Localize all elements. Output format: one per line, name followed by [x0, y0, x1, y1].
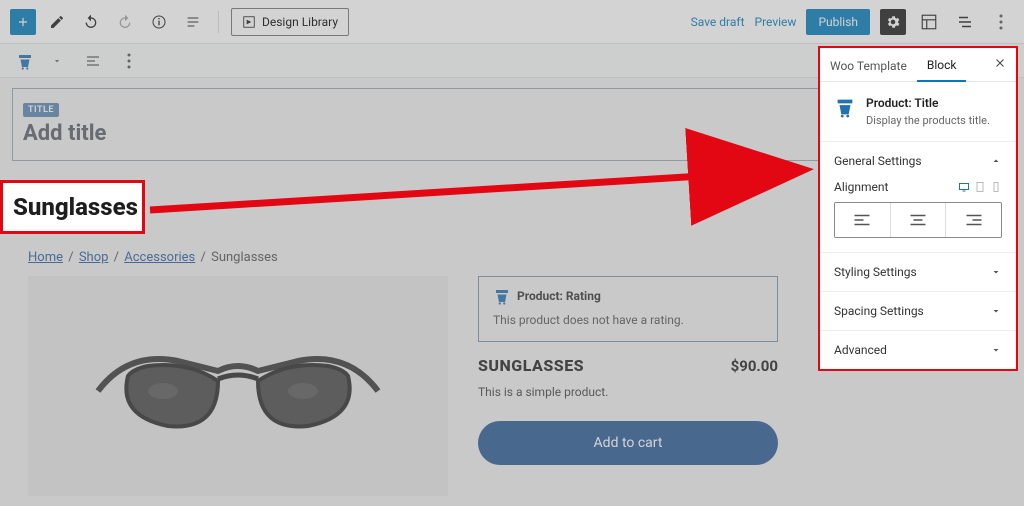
alignment-label: Alignment — [834, 180, 888, 194]
edit-mode-button[interactable] — [44, 9, 70, 35]
title-tag: TITLE — [23, 103, 59, 117]
align-left-button[interactable] — [835, 203, 890, 237]
breadcrumb-current: Sunglasses — [211, 250, 278, 265]
outline-button[interactable] — [180, 9, 206, 35]
add-block-button[interactable] — [10, 9, 36, 35]
more-options-button[interactable] — [988, 9, 1014, 35]
close-sidebar-button[interactable] — [984, 49, 1016, 81]
tab-block[interactable]: Block — [917, 48, 967, 82]
product-title-callout: Sunglasses — [0, 180, 145, 234]
info-button[interactable] — [146, 9, 172, 35]
undo-button[interactable] — [78, 9, 104, 35]
chevron-up-icon — [990, 155, 1002, 167]
navigator-button[interactable] — [952, 9, 978, 35]
rating-block-label: Product: Rating — [517, 289, 601, 303]
breadcrumb: Home / Shop / Accessories / Sunglasses — [28, 250, 278, 265]
product-rating-block[interactable]: Product: Rating This product does not ha… — [478, 276, 778, 342]
rating-empty-msg: This product does not have a rating. — [493, 313, 763, 327]
block-more-button[interactable] — [116, 48, 142, 74]
settings-sidebar: Woo Template Block Product: Title Displa… — [818, 46, 1018, 371]
product-image[interactable] — [28, 276, 448, 496]
section-general-settings[interactable]: General Settings — [820, 142, 1016, 180]
align-center-button[interactable] — [890, 203, 946, 237]
product-price: $90.00 — [731, 357, 778, 375]
section-advanced[interactable]: Advanced — [820, 331, 1016, 369]
design-library-button[interactable]: Design Library — [231, 8, 349, 36]
block-name: Product: Title — [866, 96, 990, 110]
cart-icon — [493, 287, 511, 305]
template-button[interactable] — [916, 9, 942, 35]
product-description: This is a simple product. — [478, 385, 778, 399]
breadcrumb-home[interactable]: Home — [28, 250, 63, 265]
breadcrumb-accessories[interactable]: Accessories — [124, 250, 195, 265]
publish-button[interactable]: Publish — [806, 9, 870, 35]
tablet-icon[interactable] — [974, 181, 986, 193]
preview-button[interactable]: Preview — [755, 15, 797, 29]
chevron-down-icon — [990, 266, 1002, 278]
block-description: Display the products title. — [866, 114, 990, 127]
breadcrumb-shop[interactable]: Shop — [79, 250, 109, 265]
close-icon — [994, 57, 1006, 69]
mobile-icon[interactable] — [990, 181, 1002, 193]
cart-icon — [834, 96, 856, 118]
section-styling-settings[interactable]: Styling Settings — [820, 253, 1016, 291]
section-spacing-settings[interactable]: Spacing Settings — [820, 292, 1016, 330]
chevron-down-icon — [990, 344, 1002, 356]
add-to-cart-button[interactable]: Add to cart — [478, 421, 778, 465]
editor-top-toolbar: Design Library Save draft Preview Publis… — [0, 0, 1024, 44]
desktop-icon[interactable] — [958, 181, 970, 193]
save-draft-button[interactable]: Save draft — [691, 15, 745, 29]
product-name: SUNGLASSES — [478, 356, 584, 375]
tab-woo-template[interactable]: Woo Template — [820, 49, 917, 81]
align-right-button[interactable] — [945, 203, 1001, 237]
align-toolbar-button[interactable] — [80, 48, 106, 74]
block-select-dropdown[interactable] — [44, 48, 70, 74]
chevron-down-icon — [990, 305, 1002, 317]
design-library-label: Design Library — [262, 15, 338, 29]
product-title-text: Sunglasses — [13, 193, 138, 221]
woo-block-icon[interactable] — [12, 48, 38, 74]
settings-button[interactable] — [880, 9, 906, 35]
redo-button[interactable] — [112, 9, 138, 35]
